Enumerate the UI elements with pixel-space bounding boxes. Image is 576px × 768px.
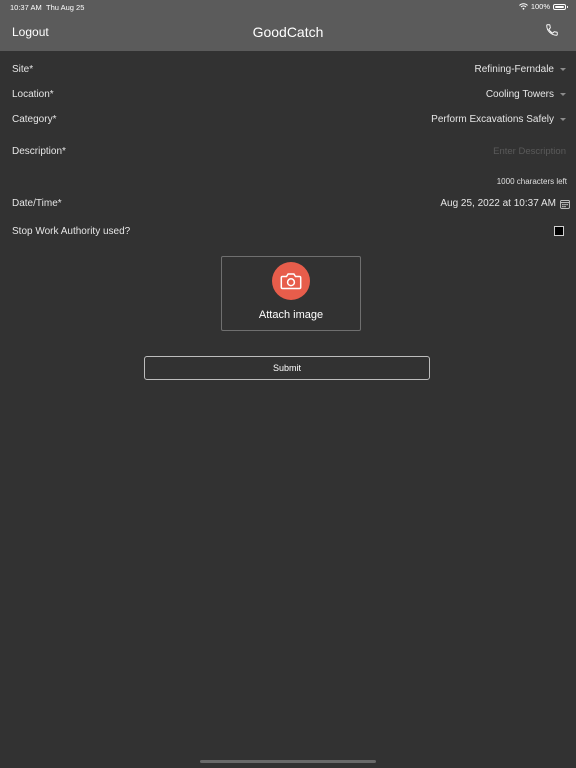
submit-button[interactable]: Submit bbox=[144, 356, 430, 380]
site-dropdown[interactable]: Refining-Ferndale bbox=[474, 64, 566, 75]
status-indicators: 100% bbox=[518, 2, 568, 11]
chevron-down-icon bbox=[560, 118, 566, 121]
battery-icon bbox=[553, 3, 568, 10]
home-indicator bbox=[200, 760, 376, 763]
chevron-down-icon bbox=[560, 93, 566, 96]
datetime-picker[interactable]: Aug 25, 2022 at 10:37 AM bbox=[440, 198, 570, 209]
status-bar: 10:37 AM Thu Aug 25 100% bbox=[0, 0, 576, 13]
calendar-icon bbox=[560, 199, 570, 209]
attach-image-button[interactable]: Attach image bbox=[221, 256, 361, 331]
location-label: Location* bbox=[12, 89, 54, 100]
category-label: Category* bbox=[12, 114, 57, 125]
page-title: GoodCatch bbox=[252, 24, 324, 40]
camera-button bbox=[272, 262, 310, 300]
category-value: Perform Excavations Safely bbox=[431, 114, 554, 125]
site-value: Refining-Ferndale bbox=[474, 64, 555, 75]
stop-work-label: Stop Work Authority used? bbox=[12, 226, 131, 237]
status-date: Thu Aug 25 bbox=[46, 3, 85, 12]
location-dropdown[interactable]: Cooling Towers bbox=[486, 89, 566, 100]
phone-icon[interactable] bbox=[545, 23, 559, 37]
category-dropdown[interactable]: Perform Excavations Safely bbox=[431, 114, 566, 125]
status-time: 10:37 AM bbox=[10, 3, 42, 12]
stop-work-checkbox[interactable] bbox=[554, 226, 564, 236]
datetime-value: Aug 25, 2022 at 10:37 AM bbox=[440, 198, 556, 209]
wifi-icon bbox=[518, 3, 528, 10]
site-label: Site* bbox=[12, 64, 34, 75]
description-label: Description* bbox=[12, 146, 66, 157]
battery-percent: 100% bbox=[530, 2, 550, 11]
attach-image-label: Attach image bbox=[258, 309, 324, 321]
characters-left: 1000 characters left bbox=[496, 177, 567, 186]
description-input[interactable] bbox=[366, 146, 566, 157]
chevron-down-icon bbox=[560, 68, 566, 71]
location-value: Cooling Towers bbox=[485, 89, 554, 100]
nav-bar: Logout GoodCatch bbox=[0, 13, 576, 51]
datetime-label: Date/Time* bbox=[12, 198, 62, 209]
camera-icon bbox=[280, 273, 302, 290]
